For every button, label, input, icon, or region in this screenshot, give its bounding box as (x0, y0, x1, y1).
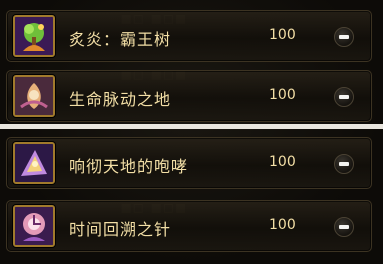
skill-level: 100 (269, 154, 296, 170)
skill-name: 炙炎：霸王树 (69, 30, 172, 49)
skill-level: 100 (269, 217, 296, 233)
skill-list-panel: ▪▫ ▪▫▪ ▪▫ ▪▫▪ ▪▫ ▪▫▪ 炙炎：霸王树 100 (0, 0, 383, 264)
minus-icon (339, 35, 349, 39)
skill-row: 时间回溯之针 100 (6, 200, 372, 252)
skill-row: 响彻天地的咆哮 100 (6, 137, 372, 189)
decrease-button[interactable] (334, 154, 354, 174)
time-needle-skill-icon (13, 205, 55, 247)
minus-icon (339, 162, 349, 166)
decrease-button[interactable] (334, 87, 354, 107)
screenshot-divider (0, 124, 383, 129)
life-pulse-skill-icon (13, 75, 55, 117)
skill-name: 时间回溯之针 (69, 220, 172, 239)
skill-name: 响彻天地的咆哮 (69, 157, 189, 176)
skill-level: 100 (269, 87, 296, 103)
fire-tree-skill-icon (13, 15, 55, 57)
decrease-button[interactable] (334, 27, 354, 47)
minus-icon (339, 95, 349, 99)
roar-skill-icon (13, 142, 55, 184)
skill-name: 生命脉动之地 (69, 90, 172, 109)
decrease-button[interactable] (334, 217, 354, 237)
skill-row: 生命脉动之地 100 (6, 70, 372, 122)
skill-level: 100 (269, 27, 296, 43)
skill-row: 炙炎：霸王树 100 (6, 10, 372, 62)
minus-icon (339, 225, 349, 229)
